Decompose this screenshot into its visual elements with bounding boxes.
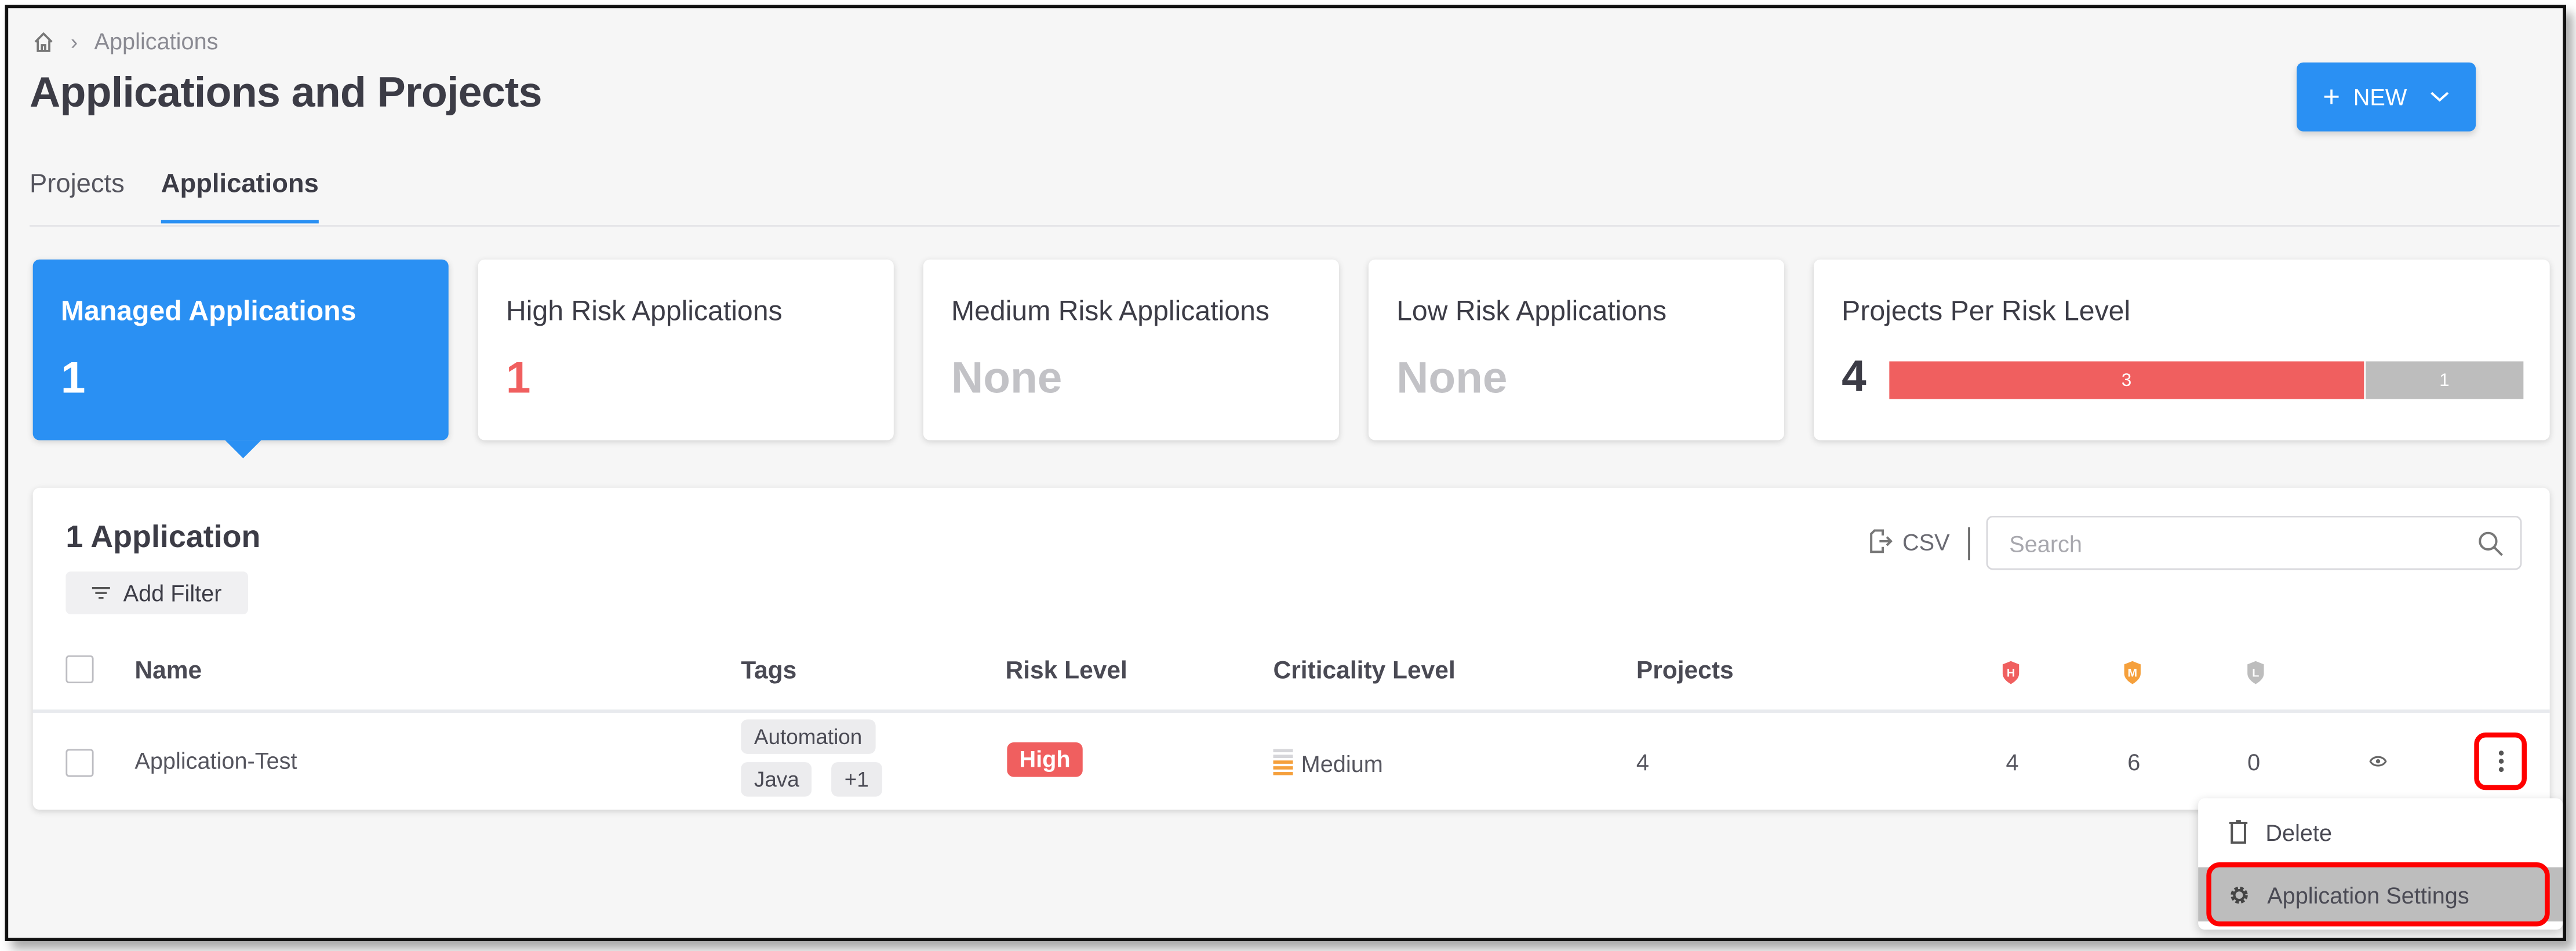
risk-bar-segment: 3 xyxy=(1889,361,2364,399)
projects-count: 4 xyxy=(1636,749,1649,775)
eye-icon[interactable] xyxy=(2369,754,2387,769)
table-row[interactable]: Application-Test Automation Java +1 High… xyxy=(33,713,2550,810)
low-count: 0 xyxy=(2247,749,2261,775)
risk-level-bar: 31 xyxy=(1889,361,2524,399)
export-csv-button[interactable]: CSV xyxy=(1868,527,1950,555)
breadcrumb-separator: › xyxy=(70,28,78,54)
criticality-level-icon xyxy=(1273,749,1293,775)
menu-item-label: Delete xyxy=(2265,818,2333,846)
tag: Java xyxy=(741,762,813,797)
add-filter-button[interactable]: Add Filter xyxy=(66,571,248,614)
risk-bar-segment: 1 xyxy=(2363,361,2524,399)
filter-icon xyxy=(92,586,110,599)
menu-item-application-settings[interactable]: Application Settings xyxy=(2198,862,2563,927)
card-medium-risk-applications[interactable]: Medium Risk Applications None xyxy=(923,259,1339,440)
column-criticality-level[interactable]: Criticality Level xyxy=(1274,657,1456,685)
card-title: High Risk Applications xyxy=(505,296,783,327)
selected-pointer xyxy=(225,440,261,458)
card-managed-applications[interactable]: Managed Applications 1 xyxy=(32,259,449,458)
applications-panel: 1 Application Add Filter CSV Name Tags R… xyxy=(32,487,2550,810)
card-title: Low Risk Applications xyxy=(1396,296,1667,327)
card-value: 1 xyxy=(505,353,531,403)
application-count: 1 Application xyxy=(66,520,261,555)
card-title: Projects Per Risk Level xyxy=(1842,296,2131,327)
search-input[interactable] xyxy=(2006,529,2457,559)
kebab-icon xyxy=(2498,750,2503,756)
add-filter-label: Add Filter xyxy=(123,580,222,606)
column-tags[interactable]: Tags xyxy=(741,657,796,685)
search-field[interactable] xyxy=(1986,515,2522,570)
card-low-risk-applications[interactable]: Low Risk Applications None xyxy=(1368,259,1784,440)
medium-shield-icon[interactable]: M xyxy=(2123,660,2142,685)
column-name[interactable]: Name xyxy=(134,657,202,685)
card-projects-per-risk-level: Projects Per Risk Level 4 31 xyxy=(1813,259,2550,440)
new-button[interactable]: + NEW xyxy=(2297,62,2476,132)
card-title: Managed Applications xyxy=(60,296,356,327)
tab-projects[interactable]: Projects xyxy=(30,171,125,220)
new-button-label: NEW xyxy=(2353,83,2407,110)
row-checkbox[interactable] xyxy=(66,749,94,777)
chevron-down-icon xyxy=(2431,92,2449,102)
tab-bar: Projects Applications xyxy=(30,166,2560,227)
page-title: Applications and Projects xyxy=(30,67,543,117)
search-icon[interactable] xyxy=(2477,530,2504,556)
select-all-checkbox[interactable] xyxy=(66,655,94,684)
risk-level-badge: High xyxy=(1007,742,1083,777)
more-tags-badge[interactable]: +1 xyxy=(831,762,882,797)
export-icon xyxy=(1870,529,1893,553)
highlight-outline xyxy=(2206,862,2550,927)
tag: Automation xyxy=(741,719,875,754)
svg-text:M: M xyxy=(2128,667,2138,680)
tab-applications[interactable]: Applications xyxy=(161,171,319,224)
column-risk-level[interactable]: Risk Level xyxy=(1006,657,1127,685)
plus-icon: + xyxy=(2323,80,2341,114)
application-name[interactable]: Application-Test xyxy=(134,748,297,774)
csv-label: CSV xyxy=(1902,528,1950,555)
card-title: Medium Risk Applications xyxy=(951,296,1269,327)
breadcrumb: › Applications xyxy=(33,28,219,54)
home-icon[interactable] xyxy=(33,30,54,52)
trash-icon xyxy=(2229,820,2248,844)
card-value: None xyxy=(951,353,1063,403)
svg-text:L: L xyxy=(2252,667,2259,680)
app-window: › Applications Applications and Projects… xyxy=(5,5,2567,941)
divider xyxy=(1968,527,1970,560)
column-projects[interactable]: Projects xyxy=(1636,657,1734,685)
menu-item-delete[interactable]: Delete xyxy=(2198,810,2563,854)
row-actions-menu-button[interactable] xyxy=(2474,733,2527,790)
card-value: 4 xyxy=(1842,351,1866,401)
svg-text:H: H xyxy=(2007,667,2015,680)
medium-count: 6 xyxy=(2127,749,2141,775)
low-shield-icon[interactable]: L xyxy=(2246,660,2265,685)
table-header: Name Tags Risk Level Criticality Level P… xyxy=(32,632,2550,713)
high-shield-icon[interactable]: H xyxy=(2001,660,2021,685)
row-actions-dropdown: Delete Application Settings xyxy=(2198,798,2563,930)
card-value: 1 xyxy=(60,353,86,403)
card-value: None xyxy=(1396,353,1508,403)
card-high-risk-applications[interactable]: High Risk Applications 1 xyxy=(478,259,894,440)
high-count: 4 xyxy=(2006,749,2019,775)
breadcrumb-applications[interactable]: Applications xyxy=(94,28,219,54)
criticality-level: Medium xyxy=(1301,750,1383,777)
